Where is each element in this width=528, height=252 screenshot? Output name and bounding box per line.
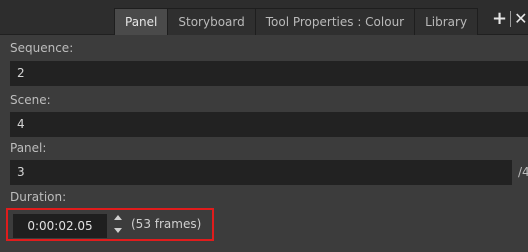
spin-up-icon[interactable] <box>114 215 122 220</box>
tab-actions: + ✕ <box>492 10 528 28</box>
sequence-label: Sequence: <box>10 41 74 55</box>
panel-label: Panel: <box>10 141 47 155</box>
sequence-field[interactable]: 2 <box>10 61 528 86</box>
tab-library[interactable]: Library <box>414 8 479 35</box>
tab-tool-properties-colour[interactable]: Tool Properties : Colour <box>254 8 416 35</box>
tab-bar: Panel Storyboard Tool Properties : Colou… <box>0 0 528 35</box>
duration-label: Duration: <box>10 190 67 204</box>
plus-icon[interactable]: + <box>492 10 507 28</box>
duration-frames: (53 frames) <box>131 217 202 231</box>
scene-label: Scene: <box>10 93 51 107</box>
tab-actions-divider <box>510 11 512 27</box>
panel-total: /4 <box>518 165 528 179</box>
close-icon[interactable]: ✕ <box>514 11 527 27</box>
tab-storyboard[interactable]: Storyboard <box>167 8 256 35</box>
tab-strip: Panel Storyboard Tool Properties : Colou… <box>114 8 479 35</box>
duration-spinner[interactable] <box>113 212 123 238</box>
spin-down-icon[interactable] <box>114 228 122 233</box>
panel-field[interactable]: 3 <box>10 160 512 185</box>
tab-panel[interactable]: Panel <box>114 8 169 35</box>
scene-field[interactable]: 4 <box>10 112 528 137</box>
duration-field[interactable]: 0:00:02.05 <box>13 214 107 238</box>
